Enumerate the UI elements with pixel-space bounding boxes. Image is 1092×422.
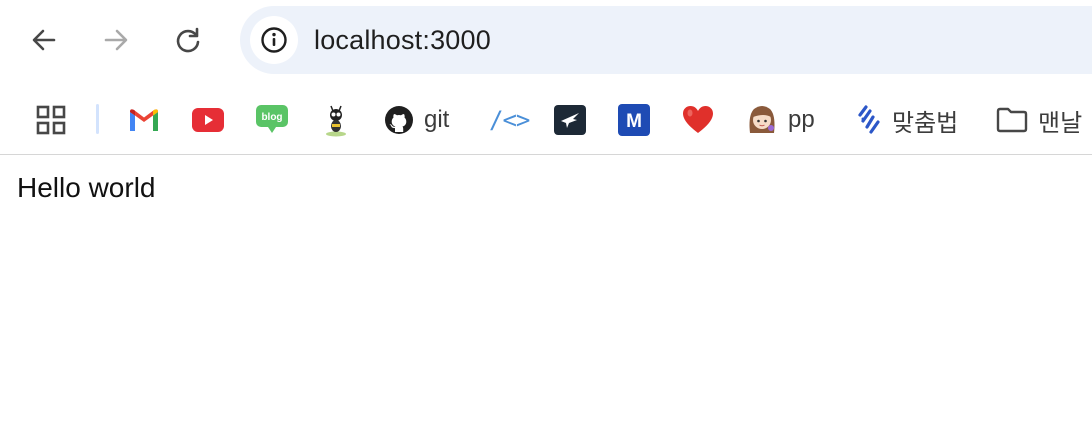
bookmark-gmail[interactable] bbox=[128, 90, 160, 150]
reload-icon bbox=[176, 27, 200, 53]
bird-app-icon bbox=[554, 105, 586, 135]
bookmark-youtube[interactable] bbox=[192, 90, 224, 150]
m-app-icon: M bbox=[618, 104, 650, 136]
bookmark-spellcheck[interactable]: 맞춤법 bbox=[856, 90, 958, 150]
bookmark-heart[interactable] bbox=[682, 90, 714, 150]
code-brackets-icon: /<> bbox=[489, 106, 530, 134]
bookmark-naver-blog[interactable]: blog bbox=[256, 90, 288, 150]
bookmark-label: 맨날 bbox=[1038, 109, 1083, 137]
ant-character-icon bbox=[326, 105, 346, 137]
bookmark-label: 맞춤법 bbox=[892, 109, 959, 137]
bookmark-bird[interactable] bbox=[554, 90, 586, 150]
forward-button[interactable] bbox=[96, 20, 136, 60]
spellcheck-icon bbox=[858, 105, 880, 134]
bookmark-label: pp bbox=[788, 106, 815, 133]
avatar-girl-icon bbox=[749, 106, 775, 133]
url-text[interactable]: localhost:3000 bbox=[314, 6, 491, 74]
bookmark-code[interactable]: /<> bbox=[489, 90, 530, 150]
bookmarks-bar: blog git /<> M pp 맞춤법 맨날 bbox=[0, 90, 1092, 150]
svg-text:blog: blog bbox=[261, 112, 282, 123]
gmail-icon bbox=[130, 109, 158, 131]
bookmark-pp[interactable]: pp bbox=[746, 90, 815, 150]
bookmarks-divider bbox=[96, 104, 99, 134]
bookmark-apps[interactable] bbox=[36, 90, 66, 150]
apps-grid-icon bbox=[36, 105, 66, 135]
heart-icon bbox=[683, 106, 713, 133]
site-info-button[interactable] bbox=[250, 16, 298, 64]
back-button[interactable] bbox=[24, 20, 64, 60]
reload-button[interactable] bbox=[168, 20, 208, 60]
youtube-icon bbox=[192, 108, 224, 132]
bookmark-m[interactable]: M bbox=[618, 90, 650, 150]
address-bar[interactable]: localhost:3000 bbox=[240, 6, 1092, 74]
arrow-left-icon bbox=[32, 29, 56, 51]
bookmark-label: git bbox=[424, 106, 450, 133]
browser-toolbar: localhost:3000 bbox=[0, 0, 1092, 80]
folder-icon bbox=[996, 107, 1028, 133]
github-icon bbox=[385, 106, 413, 134]
arrow-right-icon bbox=[104, 29, 128, 51]
bookmark-ant[interactable] bbox=[322, 90, 350, 150]
page-content-text: Hello world bbox=[17, 172, 156, 203]
info-icon bbox=[261, 27, 287, 53]
svg-text:M: M bbox=[626, 111, 642, 132]
naver-blog-icon: blog bbox=[256, 105, 288, 133]
toolbar-separator bbox=[0, 154, 1092, 155]
bookmark-github[interactable]: git bbox=[384, 90, 449, 150]
bookmark-folder[interactable]: 맨날 bbox=[996, 90, 1082, 150]
